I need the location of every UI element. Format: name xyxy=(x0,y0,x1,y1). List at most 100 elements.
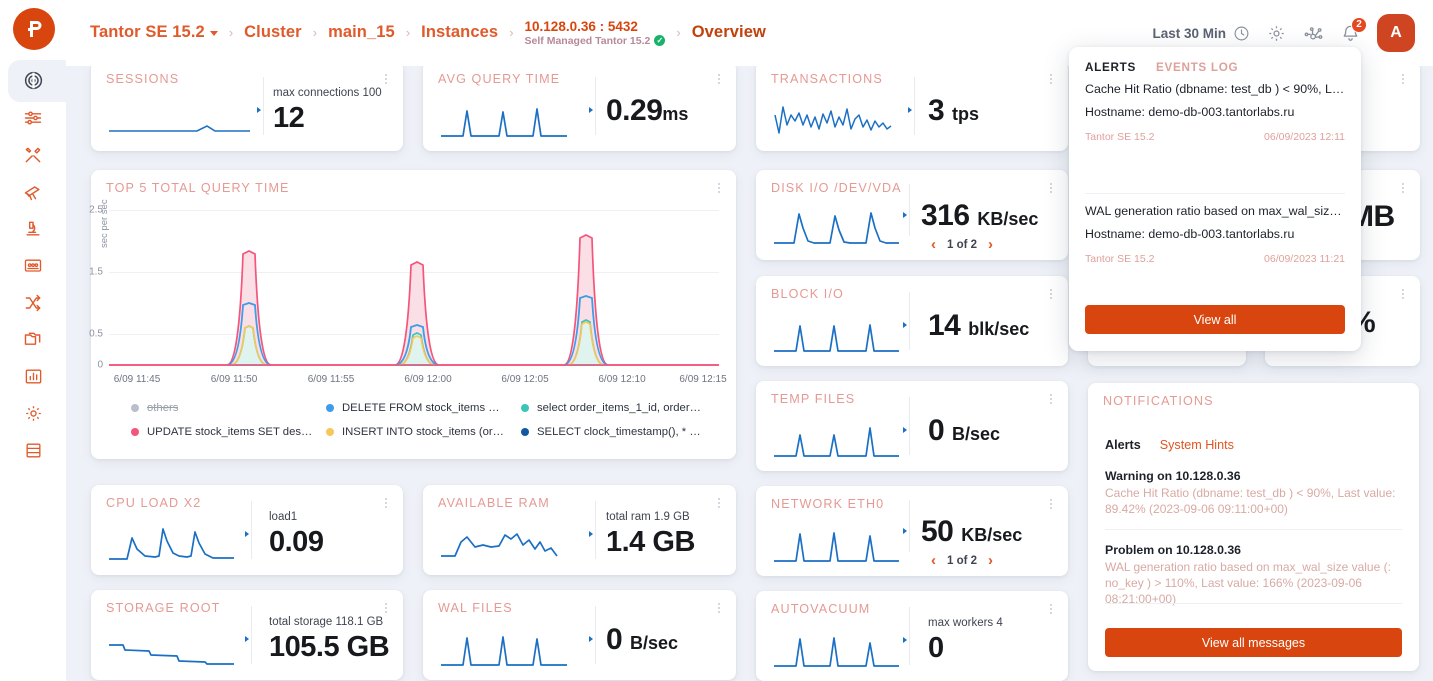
card-menu-icon[interactable] xyxy=(1044,71,1058,87)
legend-color-swatch xyxy=(326,404,334,412)
users-board-icon xyxy=(23,256,43,276)
card-unit: GB xyxy=(346,631,390,663)
card-menu-icon[interactable] xyxy=(712,71,726,87)
time-range-picker[interactable]: Last 30 Min xyxy=(1152,25,1250,42)
card-cpu-load[interactable]: CPU LOAD X2 load1 0.09 xyxy=(91,485,403,575)
card-menu-icon[interactable] xyxy=(1044,286,1058,302)
tab-events-log[interactable]: EVENTS LOG xyxy=(1156,61,1238,74)
notification-item[interactable]: Problem on 10.128.0.36 WAL generation ra… xyxy=(1105,543,1402,607)
alerts-popover[interactable]: ALERTS EVENTS LOG Cache Hit Ratio (dbnam… xyxy=(1069,47,1361,351)
alerts-popover-tabs: ALERTS EVENTS LOG xyxy=(1085,61,1238,74)
card-menu-icon[interactable] xyxy=(1396,180,1410,196)
notifications-bell[interactable]: 2 xyxy=(1341,16,1367,43)
view-all-messages-button[interactable]: View all messages xyxy=(1105,628,1402,657)
alert-item[interactable]: WAL generation ratio based on max_wal_si… xyxy=(1085,204,1345,265)
sidebar-item-monitoring[interactable] xyxy=(0,173,66,210)
legend-item[interactable]: SELECT clock_timestamp(), * F… xyxy=(521,426,711,438)
check-badge-icon: ✓ xyxy=(654,35,666,47)
card-avg-query-time[interactable]: AVG QUERY TIME 0.29ms xyxy=(423,61,736,151)
card-trend-arrow-icon xyxy=(589,107,593,113)
pager-label: 1 of 2 xyxy=(947,238,978,251)
alert-meta: Tantor SE 15.2 06/09/2023 12:11 xyxy=(1085,131,1345,143)
view-all-button[interactable]: View all xyxy=(1085,305,1345,334)
tab-system-hints[interactable]: System Hints xyxy=(1160,438,1234,452)
pager-next-button[interactable]: › xyxy=(988,553,993,568)
y-tick: 0 xyxy=(97,359,103,371)
sidebar-item-teams[interactable] xyxy=(0,247,66,284)
card-menu-icon[interactable] xyxy=(712,600,726,616)
card-menu-icon[interactable] xyxy=(712,495,726,511)
breadcrumb-item-cluster[interactable]: Cluster xyxy=(244,23,302,42)
card-network[interactable]: NETWORK ETH0 50 KB/sec ‹ 1 of 2 › xyxy=(756,486,1068,576)
legend-color-swatch xyxy=(131,428,139,436)
card-transactions[interactable]: TRANSACTIONS 3 tps xyxy=(756,61,1068,151)
card-block-io[interactable]: BLOCK I/O 14 blk/sec xyxy=(756,276,1068,366)
card-storage-root[interactable]: STORAGE ROOT total storage 118.1 GB 105.… xyxy=(91,590,403,680)
card-trend-arrow-icon xyxy=(903,212,907,218)
notification-item[interactable]: Warning on 10.128.0.36 Cache Hit Ratio (… xyxy=(1105,469,1402,518)
legend-item[interactable]: INSERT INTO stock_items (ord… xyxy=(326,426,521,438)
card-notifications[interactable]: NOTIFICATIONS Alerts System Hints Warnin… xyxy=(1088,383,1419,671)
pager-prev-button[interactable]: ‹ xyxy=(931,237,936,252)
sidebar-item-databases[interactable] xyxy=(0,432,66,469)
card-menu-icon[interactable] xyxy=(1044,180,1058,196)
legend-color-swatch xyxy=(131,404,139,412)
card-top5-total-query-time[interactable]: TOP 5 TOTAL QUERY TIME sec per sec 2.5 1… xyxy=(89,170,736,459)
sidebar-item-dashboard[interactable] xyxy=(0,60,66,102)
gear-icon[interactable] xyxy=(1267,24,1286,43)
sidebar-item-replication[interactable] xyxy=(0,284,66,321)
card-value: 105.5 GB xyxy=(269,631,390,663)
card-menu-icon[interactable] xyxy=(1044,496,1058,512)
legend-color-swatch xyxy=(326,428,334,436)
alert-item[interactable]: Cache Hit Ratio (dbname: test_db ) < 90%… xyxy=(1085,82,1345,143)
notification-head: Problem on 10.128.0.36 xyxy=(1105,543,1242,557)
card-menu-icon[interactable] xyxy=(1396,71,1410,87)
x-tick: 6/09 11:50 xyxy=(210,374,258,385)
breadcrumb-item-product[interactable]: Tantor SE 15.2 xyxy=(90,23,218,42)
breadcrumb-item-overview[interactable]: Overview xyxy=(692,23,766,42)
card-menu-icon[interactable] xyxy=(379,71,393,87)
sidebar-item-maintenance[interactable] xyxy=(0,136,66,173)
sidebar-nav xyxy=(0,60,66,469)
tab-alerts[interactable]: ALERTS xyxy=(1085,61,1136,74)
card-title: CPU LOAD X2 xyxy=(106,496,202,510)
sidebar-item-configuration[interactable] xyxy=(0,99,66,136)
tab-alerts[interactable]: Alerts xyxy=(1105,438,1141,452)
card-value: 1.4 GB xyxy=(606,526,695,558)
card-wal-files[interactable]: WAL FILES 0 B/sec xyxy=(423,590,736,680)
app-logo[interactable] xyxy=(13,8,55,50)
topology-icon[interactable] xyxy=(1303,23,1324,44)
sidebar-item-reports[interactable] xyxy=(0,358,66,395)
card-subtitle: max connections 100 xyxy=(273,87,382,99)
alert-hostname: Hostname: demo-db-003.tantorlabs.ru xyxy=(1085,105,1295,119)
breadcrumb-item-instances[interactable]: Instances xyxy=(421,23,498,42)
avatar[interactable]: A xyxy=(1377,14,1415,52)
card-menu-icon[interactable] xyxy=(379,495,393,511)
card-autovacuum[interactable]: AUTOVACUUM max workers 4 0 xyxy=(756,591,1068,681)
breadcrumb-item-main15[interactable]: main_15 xyxy=(328,23,395,42)
card-available-ram[interactable]: AVAILABLE RAM total ram 1.9 GB 1.4 GB xyxy=(423,485,736,575)
card-temp-files[interactable]: TEMP FILES 0 B/sec xyxy=(756,381,1068,471)
legend-item[interactable]: others xyxy=(131,402,326,414)
card-menu-icon[interactable] xyxy=(1396,286,1410,302)
legend-item[interactable]: UPDATE stock_items SET desc… xyxy=(131,426,326,438)
breadcrumb-item-instance[interactable]: 10.128.0.36 : 5432 Self Managed Tantor 1… xyxy=(525,19,666,47)
card-menu-icon[interactable] xyxy=(1044,391,1058,407)
card-disk-io[interactable]: DISK I/O /DEV/VDA 316 KB/sec ‹ 1 of 2 › xyxy=(756,170,1068,260)
sidebar-item-projects[interactable] xyxy=(0,321,66,358)
card-title: AVAILABLE RAM xyxy=(438,496,550,510)
card-menu-icon[interactable] xyxy=(1044,601,1058,617)
card-sessions[interactable]: SESSIONS max connections 100 12 xyxy=(91,61,403,151)
sidebar-item-diagnostics[interactable] xyxy=(0,210,66,247)
card-unit: KB/sec xyxy=(977,209,1039,229)
card-value: 12 xyxy=(273,102,305,134)
pager-prev-button[interactable]: ‹ xyxy=(931,553,936,568)
pager-next-button[interactable]: › xyxy=(988,237,993,252)
card-menu-icon[interactable] xyxy=(379,600,393,616)
legend-item[interactable]: select order_items_1_id, order_… xyxy=(521,402,711,414)
notifications-title: NOTIFICATIONS xyxy=(1103,394,1214,408)
sidebar-item-settings[interactable] xyxy=(0,395,66,432)
legend-item[interactable]: DELETE FROM stock_items W… xyxy=(326,402,521,414)
card-trend-arrow-icon xyxy=(903,528,907,534)
card-menu-icon[interactable] xyxy=(712,180,726,196)
